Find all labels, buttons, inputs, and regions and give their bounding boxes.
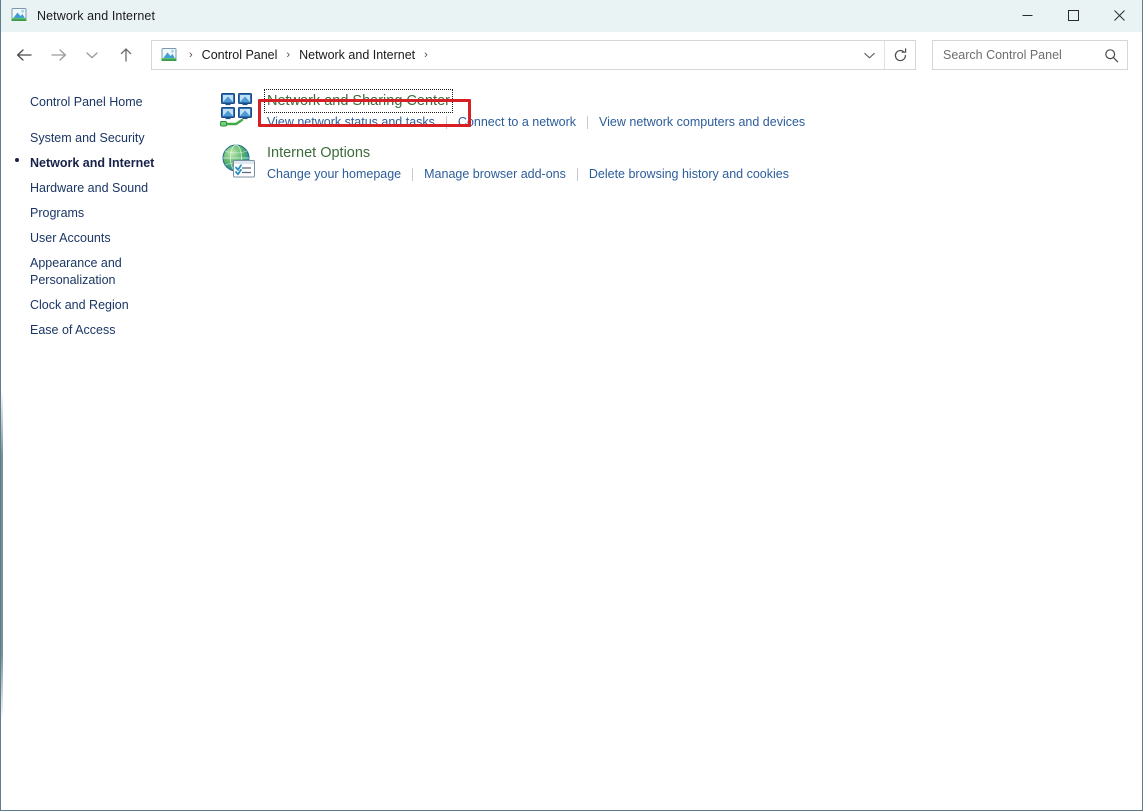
category-text-block: Internet Options Change your homepage Ma… [265,141,789,183]
breadcrumb-trailing-separator[interactable]: › [419,49,433,61]
nav-arrow-group [9,40,141,70]
sublink-separator [412,167,414,181]
window-left-edge [1,390,3,720]
control-panel-network-icon [11,8,28,23]
control-panel-window: Network and Internet › Control Panel › N… [0,0,1143,811]
search-box[interactable] [932,40,1128,70]
window-controls [1004,0,1142,32]
sidebar-item-clock-and-region[interactable]: Clock and Region [1,293,201,318]
sublink-row: Change your homepage Manage browser add-… [265,165,789,183]
link-view-network-computers-and-devices[interactable]: View network computers and devices [599,113,805,131]
refresh-icon[interactable] [885,41,915,69]
close-button[interactable] [1096,0,1142,32]
link-connect-to-a-network[interactable]: Connect to a network [458,113,576,131]
link-manage-browser-add-ons[interactable]: Manage browser add-ons [424,165,566,183]
main-pane: Network and Sharing Center View network … [216,78,1142,810]
window-title: Network and Internet [37,8,156,23]
link-change-your-homepage[interactable]: Change your homepage [267,165,401,183]
sublink-separator [445,115,447,129]
navigation-toolbar: › Control Panel › Network and Internet › [1,32,1142,78]
search-icon[interactable] [1101,45,1121,65]
breadcrumb-separator: › [189,49,193,61]
search-input[interactable] [943,48,1101,62]
address-bar[interactable]: › Control Panel › Network and Internet › [151,40,916,70]
title-bar: Network and Internet [1,0,1142,32]
up-button[interactable] [111,40,141,70]
breadcrumb-separator: › [286,49,291,61]
title-bar-left: Network and Internet [1,8,1004,23]
category-network-and-sharing-center: Network and Sharing Center View network … [216,89,1142,141]
sublink-separator [587,115,589,129]
sublink-row: View network status and tasks Connect to… [265,113,805,131]
forward-button[interactable] [43,40,73,70]
back-button[interactable] [9,40,39,70]
content-area: Control Panel Home System and Security N… [1,78,1142,810]
address-control-panel-network-icon [161,47,178,63]
category-internet-options: Internet Options Change your homepage Ma… [216,141,1142,193]
maximize-button[interactable] [1050,0,1096,32]
previous-locations-chevron-icon[interactable] [854,41,884,69]
sidebar-item-system-and-security[interactable]: System and Security [1,126,201,151]
sidebar-item-hardware-and-sound[interactable]: Hardware and Sound [1,176,201,201]
category-text-block: Network and Sharing Center View network … [264,89,805,131]
breadcrumb-control-panel[interactable]: Control Panel [198,46,282,64]
network-sharing-center-icon [220,91,256,127]
sidebar-item-user-accounts[interactable]: User Accounts [1,226,201,251]
recent-locations-chevron-icon[interactable] [77,40,107,70]
sidebar-item-control-panel-home[interactable]: Control Panel Home [1,90,201,115]
sidebar: Control Panel Home System and Security N… [1,78,216,810]
link-network-and-sharing-center[interactable]: Network and Sharing Center [264,89,453,113]
link-internet-options[interactable]: Internet Options [265,142,372,164]
internet-options-icon [220,143,256,179]
address-bar-buttons [854,41,915,69]
sidebar-item-appearance-and-personalization[interactable]: Appearance and Personalization [1,251,201,293]
sidebar-item-programs[interactable]: Programs [1,201,201,226]
breadcrumb-network-and-internet[interactable]: Network and Internet [295,46,419,64]
link-delete-browsing-history-and-cookies[interactable]: Delete browsing history and cookies [589,165,789,183]
sidebar-item-network-and-internet[interactable]: Network and Internet [1,151,201,176]
link-view-network-status-and-tasks[interactable]: View network status and tasks [267,113,435,131]
sidebar-item-ease-of-access[interactable]: Ease of Access [1,318,201,343]
sublink-separator [576,167,578,181]
minimize-button[interactable] [1004,0,1050,32]
breadcrumb: › Control Panel › Network and Internet › [152,46,854,64]
